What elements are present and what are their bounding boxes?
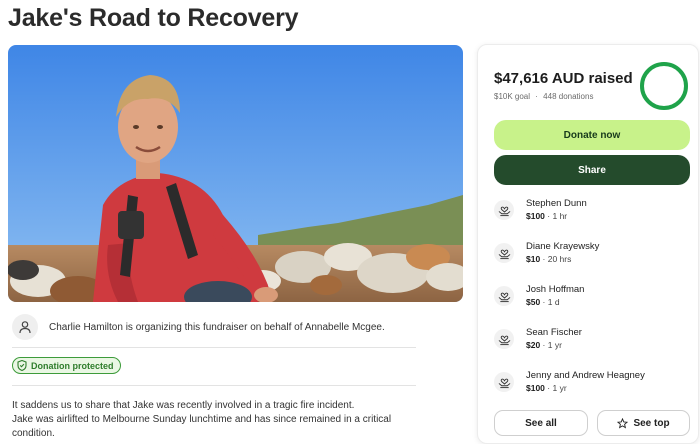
heart-hands-icon: [494, 372, 514, 392]
donor-name: Diane Krayewsky: [526, 241, 600, 252]
donation-time: · 1 hr: [544, 211, 568, 221]
donation-item: Josh Hoffman $50 · 1 d: [494, 283, 584, 309]
organizer-text: Charlie Hamilton is organizing this fund…: [49, 321, 385, 333]
donation-meta: $20 · 1 yr: [526, 339, 582, 352]
donation-time: · 1 yr: [540, 340, 562, 350]
person-icon: [12, 314, 38, 340]
divider: [12, 347, 416, 348]
story-text: It saddens us to share that Jake was rec…: [12, 399, 452, 441]
see-all-button[interactable]: See all: [494, 410, 588, 436]
hero-photo: [8, 45, 463, 302]
divider: [12, 385, 416, 386]
star-icon: [617, 417, 629, 429]
heart-hands-icon: [494, 286, 514, 306]
story-line: Jake was airlifted to Melbourne Sunday l…: [12, 414, 392, 425]
progress-ring: [640, 62, 688, 110]
amount-raised: $47,616 AUD raised: [494, 70, 633, 87]
badge-label: Donation protected: [31, 360, 114, 371]
donation-time: · 20 hrs: [540, 254, 572, 264]
donation-panel: $47,616 AUD raised $10K goal · 448 donat…: [477, 44, 699, 444]
story-line: It saddens us to share that Jake was rec…: [12, 400, 355, 411]
donation-count: 448 donations: [543, 92, 594, 101]
heart-hands-icon: [494, 329, 514, 349]
see-top-label: See top: [633, 417, 670, 429]
donation-meta: $100 · 1 yr: [526, 382, 645, 395]
organizer-row: Charlie Hamilton is organizing this fund…: [12, 314, 385, 340]
page-title: Jake's Road to Recovery: [8, 4, 299, 32]
see-top-button[interactable]: See top: [597, 410, 690, 436]
donation-meta: $50 · 1 d: [526, 296, 584, 309]
donation-amount: $20: [526, 340, 541, 350]
shield-check-icon: [17, 360, 27, 371]
donation-item: Jenny and Andrew Heagney $100 · 1 yr: [494, 369, 645, 395]
donor-name: Jenny and Andrew Heagney: [526, 370, 645, 381]
donation-amount: $100: [526, 211, 545, 221]
donor-name: Sean Fischer: [526, 327, 582, 338]
progress-ring-arc: [640, 62, 688, 110]
goal-amount: $10K goal: [494, 92, 531, 101]
donation-protected-badge[interactable]: Donation protected: [12, 357, 121, 374]
donation-time: · 1 yr: [544, 383, 567, 393]
donor-name: Stephen Dunn: [526, 198, 587, 209]
donation-item: Diane Krayewsky $10 · 20 hrs: [494, 240, 599, 266]
donation-item: Sean Fischer $20 · 1 yr: [494, 326, 582, 352]
heart-hands-icon: [494, 243, 514, 263]
story-line: condition.: [12, 428, 55, 439]
donate-now-button[interactable]: Donate now: [494, 120, 690, 150]
donor-name: Josh Hoffman: [526, 284, 585, 295]
donation-meta: $100 · 1 hr: [526, 210, 587, 223]
goal-summary: $10K goal · 448 donations: [494, 92, 593, 101]
donation-time: · 1 d: [540, 297, 560, 307]
heart-hands-icon: [494, 200, 514, 220]
share-button[interactable]: Share: [494, 155, 690, 185]
separator: ·: [535, 92, 538, 101]
donation-meta: $10 · 20 hrs: [526, 253, 599, 266]
donation-amount: $100: [526, 383, 545, 393]
donation-item: Stephen Dunn $100 · 1 hr: [494, 197, 587, 223]
donation-amount: $50: [526, 297, 541, 307]
donation-amount: $10: [526, 254, 541, 264]
